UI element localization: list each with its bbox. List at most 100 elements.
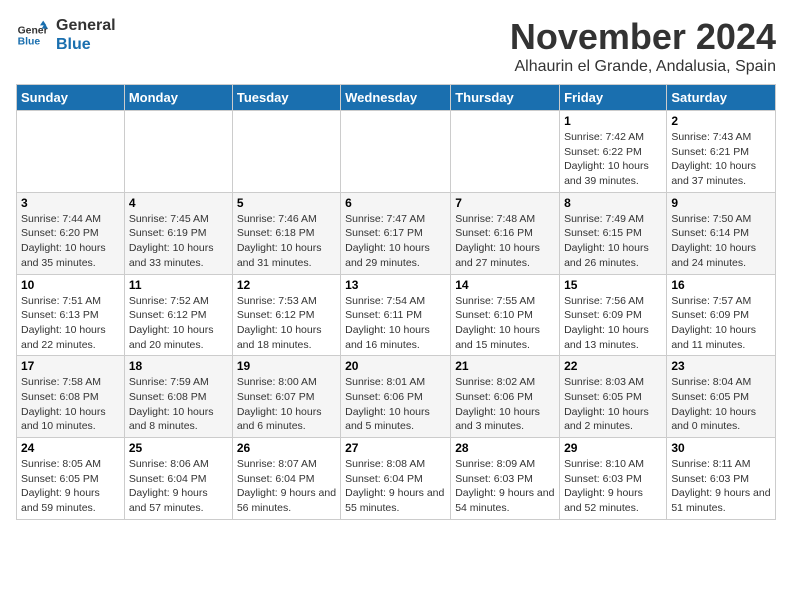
week-row-2: 3Sunrise: 7:44 AMSunset: 6:20 PMDaylight…: [17, 192, 776, 274]
day-number: 20: [345, 359, 446, 373]
calendar-cell: [124, 111, 232, 193]
calendar-cell: 14Sunrise: 7:55 AMSunset: 6:10 PMDayligh…: [451, 274, 560, 356]
week-row-4: 17Sunrise: 7:58 AMSunset: 6:08 PMDayligh…: [17, 356, 776, 438]
cell-info: Sunrise: 8:08 AM: [345, 457, 446, 472]
cell-info: Sunset: 6:04 PM: [129, 472, 228, 487]
col-header-sunday: Sunday: [17, 85, 125, 111]
day-number: 19: [237, 359, 336, 373]
cell-info: Sunrise: 8:02 AM: [455, 375, 555, 390]
cell-info: Sunset: 6:20 PM: [21, 226, 120, 241]
cell-info: Sunset: 6:04 PM: [237, 472, 336, 487]
col-header-wednesday: Wednesday: [341, 85, 451, 111]
week-row-1: 1Sunrise: 7:42 AMSunset: 6:22 PMDaylight…: [17, 111, 776, 193]
cell-info: Sunrise: 7:49 AM: [564, 212, 662, 227]
cell-info: Sunset: 6:14 PM: [671, 226, 771, 241]
day-number: 10: [21, 278, 120, 292]
cell-info: Sunset: 6:07 PM: [237, 390, 336, 405]
day-number: 11: [129, 278, 228, 292]
day-number: 24: [21, 441, 120, 455]
cell-info: Sunset: 6:05 PM: [564, 390, 662, 405]
cell-info: Daylight: 10 hours and 24 minutes.: [671, 241, 771, 270]
cell-info: Sunrise: 8:05 AM: [21, 457, 120, 472]
week-row-3: 10Sunrise: 7:51 AMSunset: 6:13 PMDayligh…: [17, 274, 776, 356]
calendar-cell: 23Sunrise: 8:04 AMSunset: 6:05 PMDayligh…: [667, 356, 776, 438]
day-number: 21: [455, 359, 555, 373]
col-header-saturday: Saturday: [667, 85, 776, 111]
day-number: 4: [129, 196, 228, 210]
cell-info: Daylight: 10 hours and 5 minutes.: [345, 405, 446, 434]
day-number: 25: [129, 441, 228, 455]
calendar-cell: 18 Sunrise: 7:59 AMSunset: 6:08 PMDayligh…: [124, 356, 232, 438]
calendar-cell: 20 Sunrise: 8:01 AMSunset: 6:06 PMDayligh…: [341, 356, 451, 438]
cell-info: Sunset: 6:05 PM: [671, 390, 771, 405]
calendar-cell: 4Sunrise: 7:45 AMSunset: 6:19 PMDaylight…: [124, 192, 232, 274]
cell-info: Sunset: 6:06 PM: [345, 390, 446, 405]
day-number: 18: [129, 359, 228, 373]
calendar-cell: 7Sunrise: 7:48 AMSunset: 6:16 PMDaylight…: [451, 192, 560, 274]
cell-info: Daylight: 9 hours and 54 minutes.: [455, 486, 555, 515]
cell-info: Sunrise: 7:48 AM: [455, 212, 555, 227]
day-number: 16: [671, 278, 771, 292]
cell-info: Sunrise: 7:55 AM: [455, 294, 555, 309]
day-number: 14: [455, 278, 555, 292]
cell-info: Sunset: 6:08 PM: [129, 390, 228, 405]
cell-info: Daylight: 10 hours and 18 minutes.: [237, 323, 336, 352]
cell-info: Daylight: 10 hours and 13 minutes.: [564, 323, 662, 352]
calendar-cell: [17, 111, 125, 193]
day-number: 9: [671, 196, 771, 210]
cell-info: Sunset: 6:06 PM: [455, 390, 555, 405]
cell-info: Sunrise: 7:51 AM: [21, 294, 120, 309]
day-number: 28: [455, 441, 555, 455]
calendar-cell: 21Sunrise: 8:02 AMSunset: 6:06 PMDayligh…: [451, 356, 560, 438]
calendar-cell: 15Sunrise: 7:56 AMSunset: 6:09 PMDayligh…: [560, 274, 667, 356]
col-header-tuesday: Tuesday: [232, 85, 340, 111]
day-number: 3: [21, 196, 120, 210]
cell-info: Daylight: 10 hours and 8 minutes.: [129, 405, 228, 434]
cell-info: Sunrise: 7:45 AM: [129, 212, 228, 227]
day-number: 13: [345, 278, 446, 292]
calendar-cell: 16Sunrise: 7:57 AMSunset: 6:09 PMDayligh…: [667, 274, 776, 356]
calendar-cell: [341, 111, 451, 193]
calendar-cell: 17Sunrise: 7:58 AMSunset: 6:08 PMDayligh…: [17, 356, 125, 438]
header: General Blue General Blue November 2024 …: [16, 16, 776, 76]
svg-text:Blue: Blue: [18, 37, 41, 48]
cell-info: Sunset: 6:22 PM: [564, 145, 662, 160]
calendar-cell: 3Sunrise: 7:44 AMSunset: 6:20 PMDaylight…: [17, 192, 125, 274]
cell-info: Daylight: 10 hours and 26 minutes.: [564, 241, 662, 270]
cell-info: Sunset: 6:16 PM: [455, 226, 555, 241]
day-number: 7: [455, 196, 555, 210]
day-number: 30: [671, 441, 771, 455]
cell-info: Sunrise: 7:47 AM: [345, 212, 446, 227]
cell-info: Sunrise: 8:04 AM: [671, 375, 771, 390]
calendar-cell: 6Sunrise: 7:47 AMSunset: 6:17 PMDaylight…: [341, 192, 451, 274]
cell-info: Sunset: 6:08 PM: [21, 390, 120, 405]
day-number: 1: [564, 114, 662, 128]
cell-info: Daylight: 10 hours and 33 minutes.: [129, 241, 228, 270]
col-header-monday: Monday: [124, 85, 232, 111]
day-number: 8: [564, 196, 662, 210]
cell-info: Sunset: 6:03 PM: [671, 472, 771, 487]
calendar-cell: 1Sunrise: 7:42 AMSunset: 6:22 PMDaylight…: [560, 111, 667, 193]
cell-info: Sunrise: 8:09 AM: [455, 457, 555, 472]
title-area: November 2024 Alhaurin el Grande, Andalu…: [510, 16, 776, 76]
day-number: 29: [564, 441, 662, 455]
cell-info: Sunrise: 7:58 AM: [21, 375, 120, 390]
cell-info: Daylight: 10 hours and 6 minutes.: [237, 405, 336, 434]
cell-info: Daylight: 10 hours and 0 minutes.: [671, 405, 771, 434]
cell-info: Daylight: 10 hours and 16 minutes.: [345, 323, 446, 352]
day-number: 15: [564, 278, 662, 292]
cell-info: Sunrise: 7:53 AM: [237, 294, 336, 309]
cell-info: Sunrise: 7:50 AM: [671, 212, 771, 227]
cell-info: Sunrise: 8:01 AM: [345, 375, 446, 390]
day-number: 22: [564, 359, 662, 373]
calendar-cell: 10Sunrise: 7:51 AMSunset: 6:13 PMDayligh…: [17, 274, 125, 356]
day-number: 6: [345, 196, 446, 210]
col-header-thursday: Thursday: [451, 85, 560, 111]
cell-info: Sunrise: 7:59 AM: [129, 375, 228, 390]
cell-info: Sunrise: 8:03 AM: [564, 375, 662, 390]
calendar-cell: 26Sunrise: 8:07 AMSunset: 6:04 PMDayligh…: [232, 438, 340, 520]
calendar-cell: 2Sunrise: 7:43 AMSunset: 6:21 PMDaylight…: [667, 111, 776, 193]
cell-info: Sunset: 6:12 PM: [129, 308, 228, 323]
logo-general: General: [56, 16, 116, 35]
day-number: 2: [671, 114, 771, 128]
